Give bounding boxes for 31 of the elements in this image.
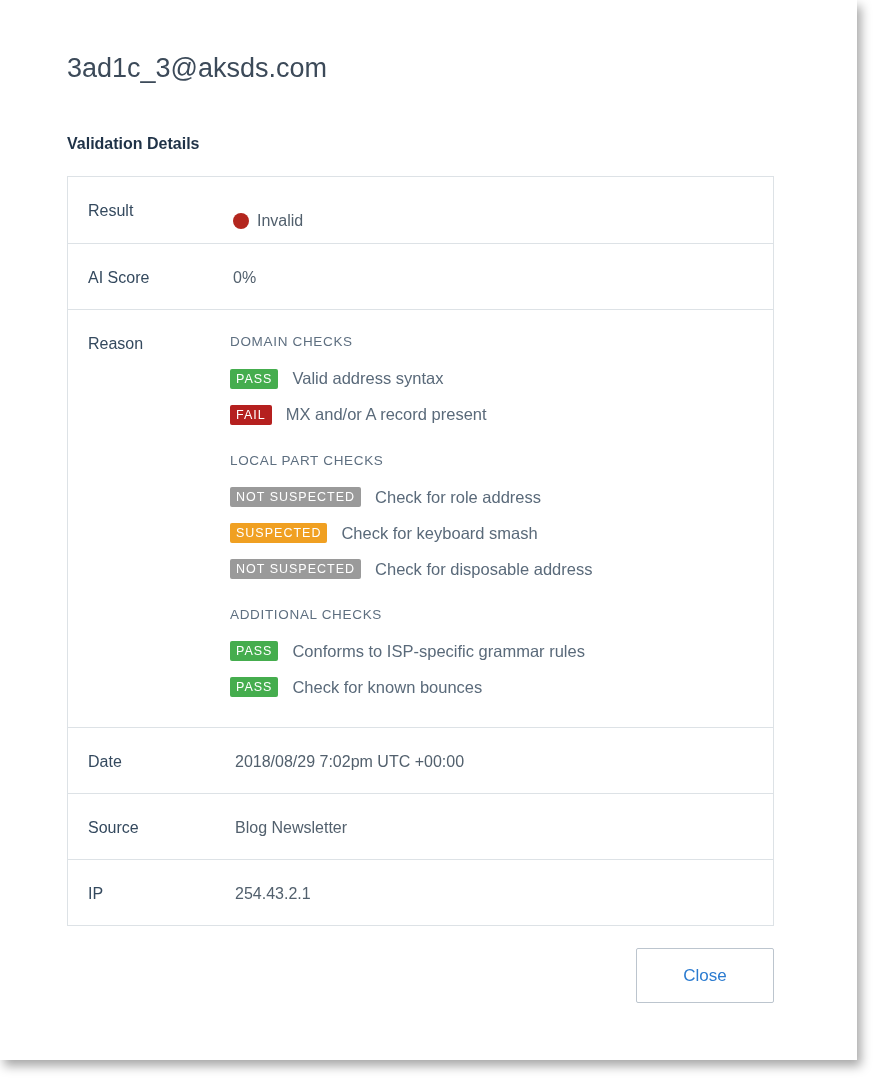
section-title: Validation Details [67,134,201,155]
row-value: Blog Newsletter [235,819,348,837]
close-button[interactable]: Close [636,948,774,1004]
status-badge: PASS [230,641,279,662]
check-text: Check for keyboard smash [341,522,538,544]
group-heading: LOCAL PART CHECKS [230,451,385,470]
status-badge: SUSPECTED [230,522,328,543]
score-value: 0% [233,269,257,287]
status-badge: NOT SUSPECTED [230,486,362,507]
row-label: Reason [88,334,145,355]
group-heading: ADDITIONAL CHECKS [230,605,383,624]
row-value: 254.43.2.1 [235,885,311,903]
check-text: MX and/or A record present [285,404,487,426]
row-label: Source [88,818,140,839]
check-text: Check for known bounces [292,676,483,698]
row-label: IP [88,884,105,905]
status-badge: NOT SUSPECTED [230,558,362,579]
row-label: Date [88,752,123,773]
status-badge: PASS [230,368,279,389]
dialog-title: 3ad1c_3@aksds.com [67,52,329,85]
check-text: Check for role address [375,486,542,508]
group-heading: DOMAIN CHECKS [230,333,354,352]
row-label: Result [88,201,135,222]
status-badge: PASS [230,677,279,698]
check-text: Valid address syntax [292,368,444,390]
check-text: Conforms to ISP-specific grammar rules [292,640,585,662]
status-badge: FAIL [230,404,272,425]
check-text: Check for disposable address [375,558,593,580]
row-label: AI Score [88,268,151,289]
status-text: Invalid [257,210,304,231]
row-value: 2018/08/29 7:02pm UTC +00:00 [235,753,465,771]
